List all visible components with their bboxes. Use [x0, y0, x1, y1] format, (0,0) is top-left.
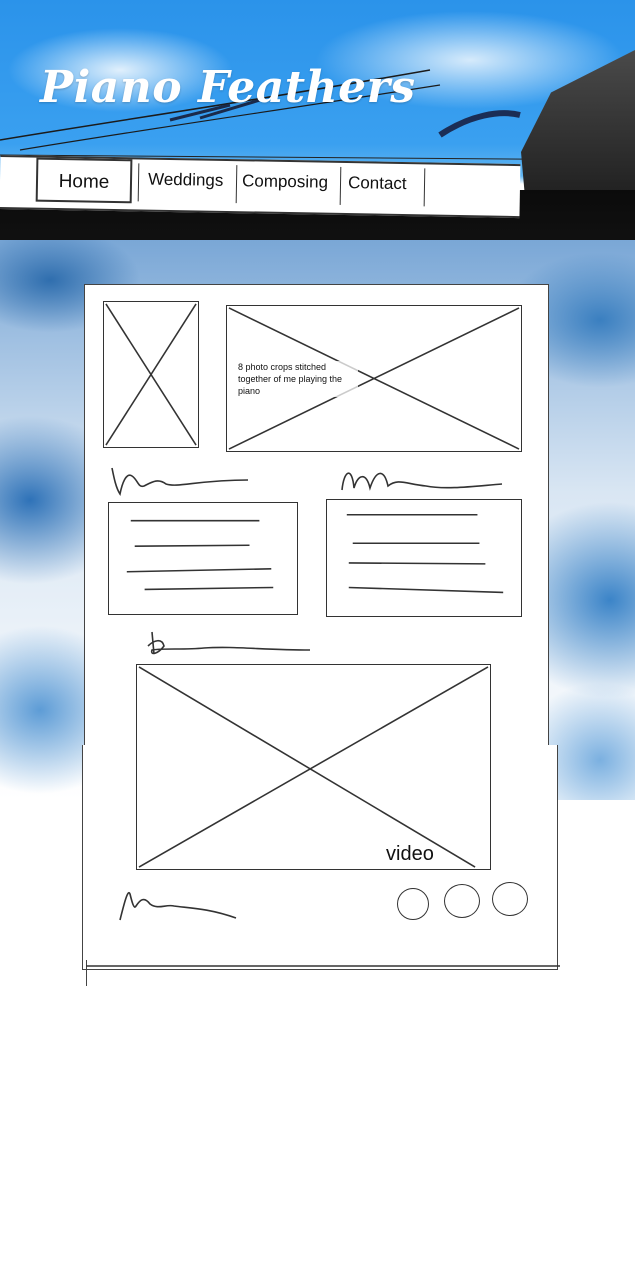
- nav-divider: [235, 165, 238, 204]
- text-block-right: [326, 499, 522, 617]
- heading-scribble-video: [147, 631, 311, 655]
- social-link-2[interactable]: [444, 884, 480, 918]
- photo-note: 8 photo crops stitched together of me pl…: [238, 361, 358, 397]
- footer-scribble: [119, 891, 237, 921]
- footer-rule: [86, 965, 560, 967]
- crossed-box-icon: [138, 666, 489, 868]
- image-placeholder-portrait: [103, 301, 199, 448]
- nav-divider: [339, 166, 342, 205]
- social-link-1[interactable]: [397, 888, 429, 920]
- text-lines: [126, 519, 274, 591]
- nav-weddings[interactable]: Weddings: [148, 170, 224, 191]
- heading-scribble-right: [341, 472, 503, 491]
- text-lines: [346, 513, 504, 594]
- nav-home[interactable]: Home: [35, 157, 133, 204]
- social-link-3[interactable]: [492, 882, 528, 916]
- nav-composing[interactable]: Composing: [242, 171, 328, 192]
- nav-contact[interactable]: Contact: [348, 173, 407, 194]
- heading-scribble-left: [111, 467, 249, 497]
- nav-divider: [137, 163, 140, 202]
- site-title: Piano Feathers: [40, 62, 416, 113]
- nav-divider: [423, 168, 426, 207]
- main-nav: Home Weddings Composing Contact: [0, 155, 521, 219]
- text-block-left: [108, 502, 298, 615]
- crossed-box-icon: [105, 303, 197, 446]
- video-label: video: [386, 843, 434, 865]
- video-placeholder[interactable]: [136, 664, 491, 870]
